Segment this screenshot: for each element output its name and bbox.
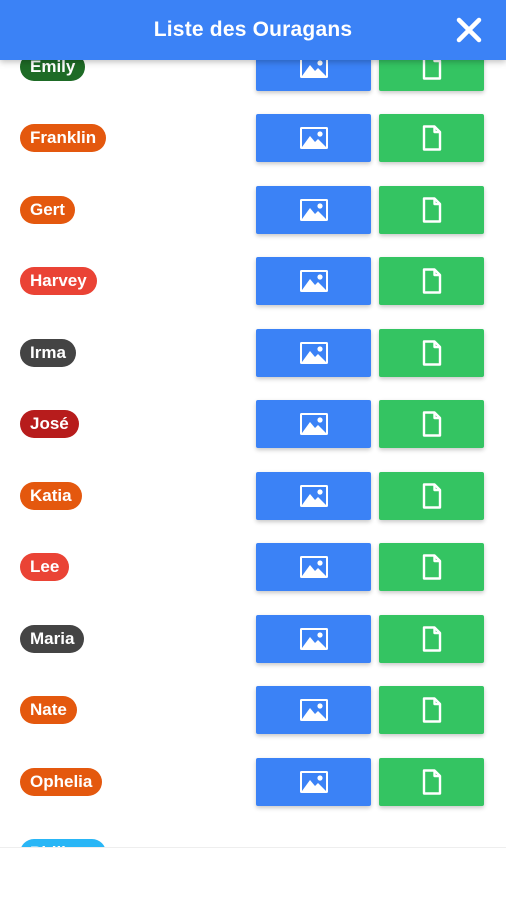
document-icon bbox=[422, 554, 441, 580]
document-icon bbox=[422, 626, 441, 652]
document-icon bbox=[422, 340, 441, 366]
image-icon bbox=[299, 627, 328, 650]
image-icon bbox=[299, 770, 328, 793]
view-image-button[interactable] bbox=[256, 614, 371, 663]
list-item: José bbox=[0, 389, 506, 461]
list-item: Ophelia bbox=[0, 746, 506, 818]
hurricane-name-badge: Franklin bbox=[20, 124, 107, 153]
image-icon bbox=[299, 198, 328, 221]
view-document-button[interactable] bbox=[379, 614, 484, 663]
view-image-button[interactable] bbox=[256, 757, 371, 806]
view-image-button[interactable] bbox=[256, 114, 371, 163]
document-icon bbox=[422, 411, 441, 437]
list-item: Harvey bbox=[0, 246, 506, 318]
list-item: Franklin bbox=[0, 103, 506, 175]
hurricane-name-badge: Harvey bbox=[20, 267, 97, 296]
image-icon bbox=[299, 413, 328, 436]
view-document-button[interactable] bbox=[379, 757, 484, 806]
view-image-button[interactable] bbox=[256, 185, 371, 234]
document-icon bbox=[422, 697, 441, 723]
hurricane-list-screen: Emily Franklin Gert Harvey Irma José Katia Lee M… bbox=[0, 0, 506, 900]
hurricane-name-badge: José bbox=[20, 410, 79, 439]
list-item: Gert bbox=[0, 174, 506, 246]
image-icon bbox=[299, 341, 328, 364]
view-document-button[interactable] bbox=[379, 328, 484, 377]
view-image-button[interactable] bbox=[256, 400, 371, 449]
image-icon bbox=[299, 127, 328, 150]
view-image-button[interactable] bbox=[256, 686, 371, 735]
view-document-button[interactable] bbox=[379, 185, 484, 234]
hurricane-name-badge: Ophelia bbox=[20, 767, 103, 796]
close-button[interactable] bbox=[454, 15, 484, 45]
view-image-button[interactable] bbox=[256, 543, 371, 592]
view-image-button[interactable] bbox=[256, 471, 371, 520]
document-icon bbox=[422, 483, 441, 509]
hurricane-name-badge: Gert bbox=[20, 195, 75, 224]
view-image-button[interactable] bbox=[256, 257, 371, 306]
image-icon bbox=[299, 556, 328, 579]
hurricane-name-badge: Maria bbox=[20, 624, 85, 653]
view-document-button[interactable] bbox=[379, 543, 484, 592]
document-icon bbox=[422, 268, 441, 294]
hurricane-name-badge: Nate bbox=[20, 696, 77, 725]
image-icon bbox=[299, 270, 328, 293]
view-document-button[interactable] bbox=[379, 114, 484, 163]
top-app-bar: Liste des Ouragans bbox=[0, 0, 506, 60]
document-icon bbox=[422, 125, 441, 151]
hurricane-name-badge: Lee bbox=[20, 553, 70, 582]
hurricane-name-badge: Philippe bbox=[20, 839, 107, 847]
image-icon bbox=[299, 484, 328, 507]
list-viewport[interactable]: Emily Franklin Gert Harvey Irma José Katia Lee M… bbox=[0, 0, 506, 847]
hurricane-name-badge: Katia bbox=[20, 481, 82, 510]
list-item: Nate bbox=[0, 675, 506, 747]
list-item: Irma bbox=[0, 317, 506, 389]
hurricane-list: Emily Franklin Gert Harvey Irma José Katia Lee M… bbox=[0, 31, 506, 847]
close-icon bbox=[456, 17, 482, 43]
view-document-button[interactable] bbox=[379, 400, 484, 449]
list-item: Lee bbox=[0, 532, 506, 604]
hurricane-name-badge: Irma bbox=[20, 338, 76, 367]
document-icon bbox=[422, 197, 441, 223]
image-icon bbox=[299, 699, 328, 722]
document-icon bbox=[422, 769, 441, 795]
view-document-button[interactable] bbox=[379, 257, 484, 306]
bottom-area bbox=[0, 847, 506, 900]
list-item: Katia bbox=[0, 460, 506, 532]
view-image-button[interactable] bbox=[256, 328, 371, 377]
page-title: Liste des Ouragans bbox=[153, 18, 353, 41]
view-document-button[interactable] bbox=[379, 471, 484, 520]
view-document-button[interactable] bbox=[379, 686, 484, 735]
list-item: Maria bbox=[0, 603, 506, 675]
list-item: Philippe bbox=[0, 818, 506, 847]
